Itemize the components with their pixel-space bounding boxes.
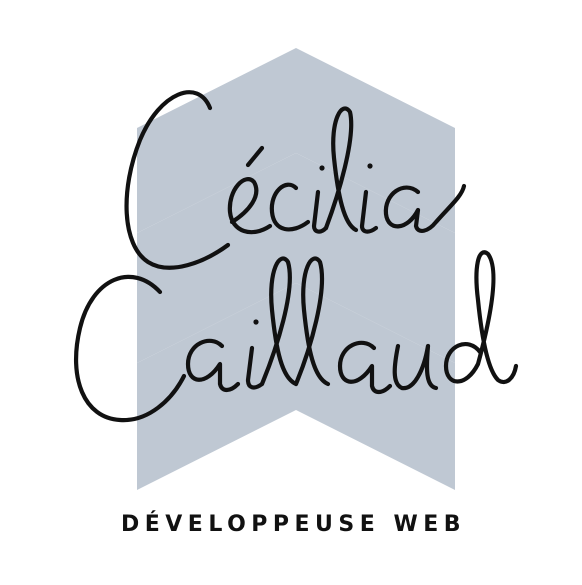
tagline-text: DÉVELOPPEUSE WEB bbox=[120, 512, 467, 537]
logo-canvas: DÉVELOPPEUSE WEB bbox=[0, 0, 582, 585]
chevron-stack-icon bbox=[137, 48, 455, 490]
logo-mark bbox=[74, 48, 519, 490]
